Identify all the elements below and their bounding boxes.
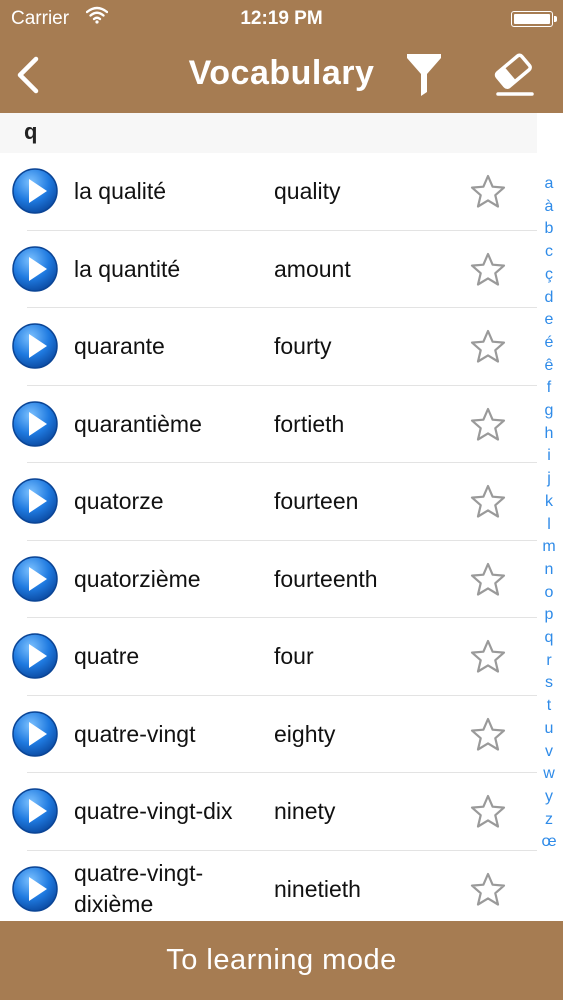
index-letter[interactable]: c [537,241,561,264]
index-letter[interactable]: u [537,718,561,741]
star-icon[interactable] [469,638,507,676]
list-item[interactable]: quarantième fortieth [0,385,537,463]
index-letter[interactable]: o [537,582,561,605]
list-item[interactable]: quatorzième fourteenth [0,540,537,618]
index-letter[interactable]: à [537,196,561,219]
list-item[interactable]: la quantité amount [0,230,537,308]
english-word: quality [274,178,341,204]
play-icon[interactable] [11,245,59,293]
french-word: quatre-vingt-dixième [74,860,204,917]
index-letter[interactable]: œ [537,831,561,854]
index-letter[interactable]: m [537,536,561,559]
star-icon[interactable] [469,793,507,831]
play-icon[interactable] [11,477,59,525]
index-letter[interactable]: ç [537,264,561,287]
index-letter[interactable]: a [537,173,561,196]
index-letter[interactable]: g [537,400,561,423]
nav-bar: Vocabulary [0,38,563,113]
index-letter[interactable]: j [537,468,561,491]
french-word: la qualité [74,178,167,204]
english-word: fortieth [274,410,345,437]
section-header: q [0,113,537,153]
english-word: fourty [274,333,332,359]
play-icon[interactable] [11,865,59,913]
index-letter[interactable]: t [537,695,561,718]
play-icon[interactable] [11,322,59,370]
top-bar: Carrier 12:19 PM Vocabulary [0,0,563,113]
list-item[interactable]: quatre-vingt eighty [0,695,537,773]
star-icon[interactable] [469,871,507,909]
french-word: quatre-vingt [74,720,196,747]
index-letter[interactable]: f [537,377,561,400]
list-item[interactable]: quarante fourty [0,308,537,386]
play-icon[interactable] [11,400,59,448]
index-letter[interactable]: d [537,287,561,310]
star-icon[interactable] [469,251,507,289]
star-icon[interactable] [469,406,507,444]
star-icon[interactable] [469,328,507,366]
index-letter[interactable]: k [537,491,561,514]
index-letter[interactable]: p [537,604,561,627]
battery-icon [511,11,557,27]
clock: 12:19 PM [240,8,323,29]
alphabet-index[interactable]: aàbcçdeéêfghijklmnopqrstuvwyzœ [537,173,561,854]
english-word: eighty [274,720,336,747]
index-letter[interactable]: v [537,741,561,764]
english-word: fourteen [274,488,359,514]
play-icon[interactable] [11,632,59,680]
french-word: quarantième [74,410,202,437]
english-word: fourteenth [274,565,378,592]
page-title: Vocabulary [188,54,375,92]
index-letter[interactable]: z [537,809,561,832]
index-letter[interactable]: w [537,763,561,786]
index-letter[interactable]: r [537,650,561,673]
french-word: la quantité [74,255,181,282]
french-word: quatorze [74,488,164,514]
list-item[interactable]: quatre-vingt-dix ninety [0,773,537,851]
play-icon[interactable] [11,710,59,758]
index-letter[interactable]: n [537,559,561,582]
section-letter: q [24,119,38,144]
index-letter[interactable]: e [537,309,561,332]
index-letter[interactable]: h [537,423,561,446]
eraser-icon[interactable] [490,50,538,98]
english-word: amount [274,255,351,282]
english-word: four [274,643,314,669]
play-icon[interactable] [11,787,59,835]
index-letter[interactable]: l [537,514,561,537]
index-letter[interactable]: q [537,627,561,650]
status-bar: Carrier 12:19 PM [0,0,563,38]
play-icon[interactable] [11,167,59,215]
filter-icon[interactable] [404,50,444,98]
french-word: quatorzième [74,565,201,592]
learning-mode-button[interactable]: To learning mode [0,921,563,1000]
list-item[interactable]: la qualité quality [0,153,537,231]
index-letter[interactable]: ê [537,355,561,378]
index-letter[interactable]: b [537,218,561,241]
star-icon[interactable] [469,173,507,211]
star-icon[interactable] [469,483,507,521]
english-word: ninetieth [274,875,361,902]
french-word: quatre-vingt-dix [74,798,233,824]
index-letter[interactable]: i [537,445,561,468]
index-letter[interactable]: s [537,672,561,695]
list-item[interactable]: quatre four [0,618,537,696]
list-item[interactable]: quatre-vingt-dixième ninetieth [0,850,537,928]
play-icon[interactable] [11,555,59,603]
french-word: quarante [74,333,165,359]
star-icon[interactable] [469,716,507,754]
star-icon[interactable] [469,561,507,599]
vocabulary-list: la qualité quality la quantité amount quaran… [0,153,537,928]
list-item[interactable]: quatorze fourteen [0,463,537,541]
index-letter[interactable]: é [537,332,561,355]
english-word: ninety [274,798,336,824]
index-letter[interactable]: y [537,786,561,809]
french-word: quatre [74,643,140,669]
